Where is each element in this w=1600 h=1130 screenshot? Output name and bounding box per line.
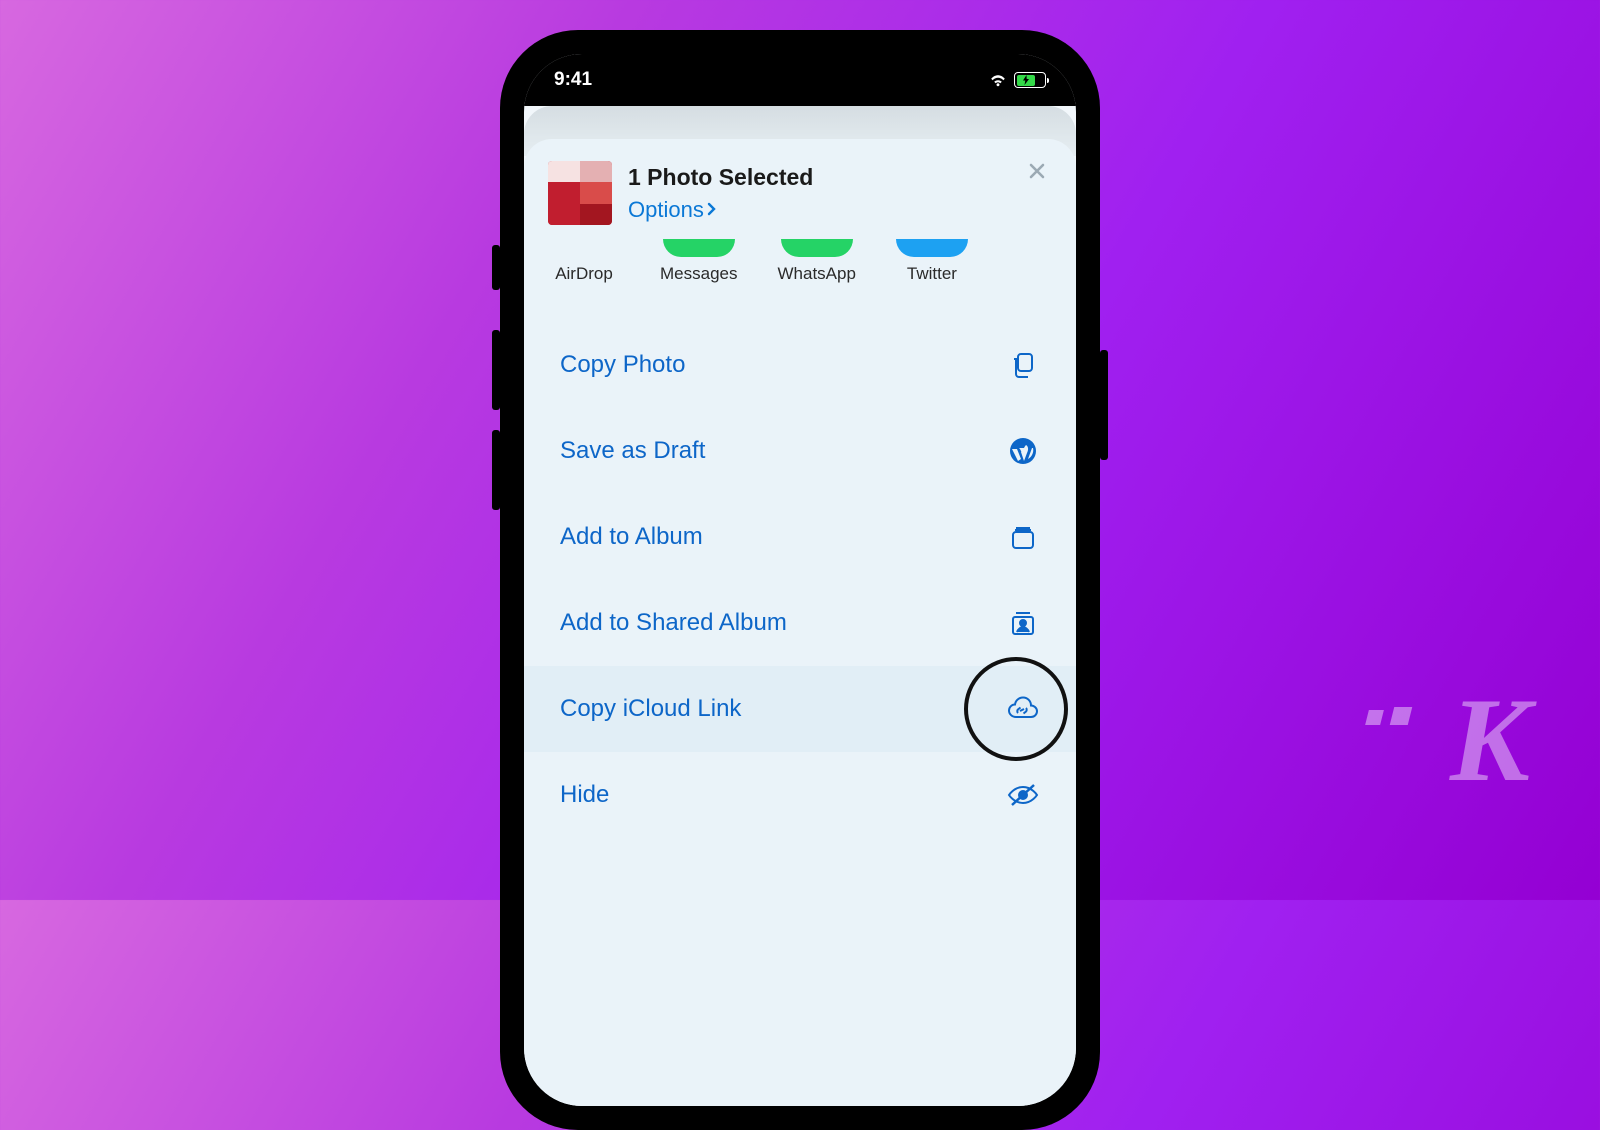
cloud-link-icon [1006, 692, 1040, 726]
status-time: 9:41 [554, 69, 592, 91]
phone-side-button [492, 430, 500, 510]
action-copy-icloud-link[interactable]: Copy iCloud Link [524, 666, 1076, 752]
app-label: AirDrop [555, 264, 613, 284]
share-sheet-title: 1 Photo Selected [628, 164, 1052, 191]
phone-screen: 9:41 [524, 54, 1076, 1106]
action-label: Copy iCloud Link [560, 695, 741, 723]
share-sheet: 1 Photo Selected Options [524, 139, 1076, 1106]
action-add-to-album[interactable]: Add to Album [524, 494, 1076, 580]
phone-notch [680, 54, 920, 98]
album-icon [1006, 520, 1040, 554]
phone-side-button [492, 330, 500, 410]
phone-frame: 9:41 [500, 30, 1100, 1130]
action-add-to-shared-album[interactable]: Add to Shared Album [524, 580, 1076, 666]
close-icon [1027, 160, 1047, 188]
watermark-k: K [1450, 680, 1526, 800]
share-options-link[interactable]: Options [628, 197, 1052, 223]
airdrop-icon [548, 239, 620, 257]
photo-thumbnail[interactable] [548, 161, 612, 225]
share-app-messages[interactable]: Messages [660, 239, 737, 284]
app-label: Twitter [907, 264, 957, 284]
app-label: Messages [660, 264, 737, 284]
eye-slash-icon [1006, 778, 1040, 812]
wifi-icon [988, 73, 1008, 87]
shared-album-icon [1006, 606, 1040, 640]
action-label: Add to Shared Album [560, 609, 787, 637]
share-app-row[interactable]: AirDrop Messages WhatsApp Twitter [524, 233, 1076, 284]
phone-side-button [1100, 350, 1108, 460]
action-label: Hide [560, 781, 609, 809]
actions-list: Copy Photo Save as Draft [524, 322, 1076, 838]
action-copy-photo[interactable]: Copy Photo [524, 322, 1076, 408]
action-hide[interactable]: Hide [524, 752, 1076, 838]
action-label: Add to Album [560, 523, 703, 551]
status-right [988, 72, 1046, 88]
share-app-whatsapp[interactable]: WhatsApp [777, 239, 855, 284]
messages-icon [663, 239, 735, 257]
chevron-right-icon [706, 197, 718, 223]
watermark-dots [1367, 707, 1410, 725]
share-app-airdrop[interactable]: AirDrop [548, 239, 620, 284]
app-label: WhatsApp [777, 264, 855, 284]
action-label: Save as Draft [560, 437, 705, 465]
share-options-label: Options [628, 197, 704, 223]
battery-icon [1014, 72, 1046, 88]
wordpress-icon [1006, 434, 1040, 468]
action-save-as-draft[interactable]: Save as Draft [524, 408, 1076, 494]
action-label: Copy Photo [560, 351, 685, 379]
share-sheet-header: 1 Photo Selected Options [524, 139, 1076, 233]
whatsapp-icon [781, 239, 853, 257]
close-button[interactable] [1020, 157, 1054, 191]
copy-icon [1006, 348, 1040, 382]
twitter-icon [896, 239, 968, 257]
phone-side-button [492, 245, 500, 290]
share-app-twitter[interactable]: Twitter [896, 239, 968, 284]
